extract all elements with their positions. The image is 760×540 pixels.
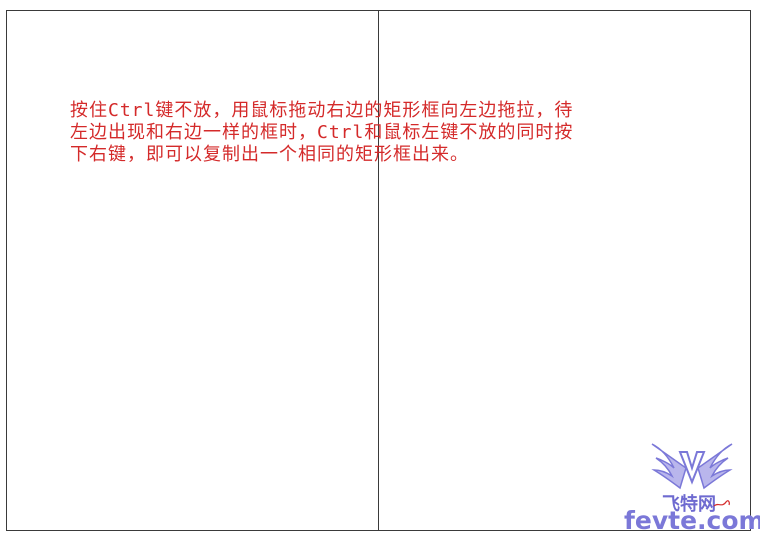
watermark-site: fevte.com bbox=[624, 506, 760, 535]
winged-v-logo-icon bbox=[651, 443, 733, 490]
drawing-canvas[interactable]: 按住Ctrl键不放，用鼠标拖动右边的矩形框向左边拖拉，待 左边出现和右边一样的框… bbox=[0, 0, 760, 540]
red-scribble-mark bbox=[713, 500, 730, 507]
instruction-text: 按住Ctrl键不放，用鼠标拖动右边的矩形框向左边拖拉，待 左边出现和右边一样的框… bbox=[70, 100, 574, 165]
site-watermark: 飞特网 fevte.com bbox=[622, 438, 760, 538]
left-rectangle-frame[interactable] bbox=[6, 10, 379, 531]
